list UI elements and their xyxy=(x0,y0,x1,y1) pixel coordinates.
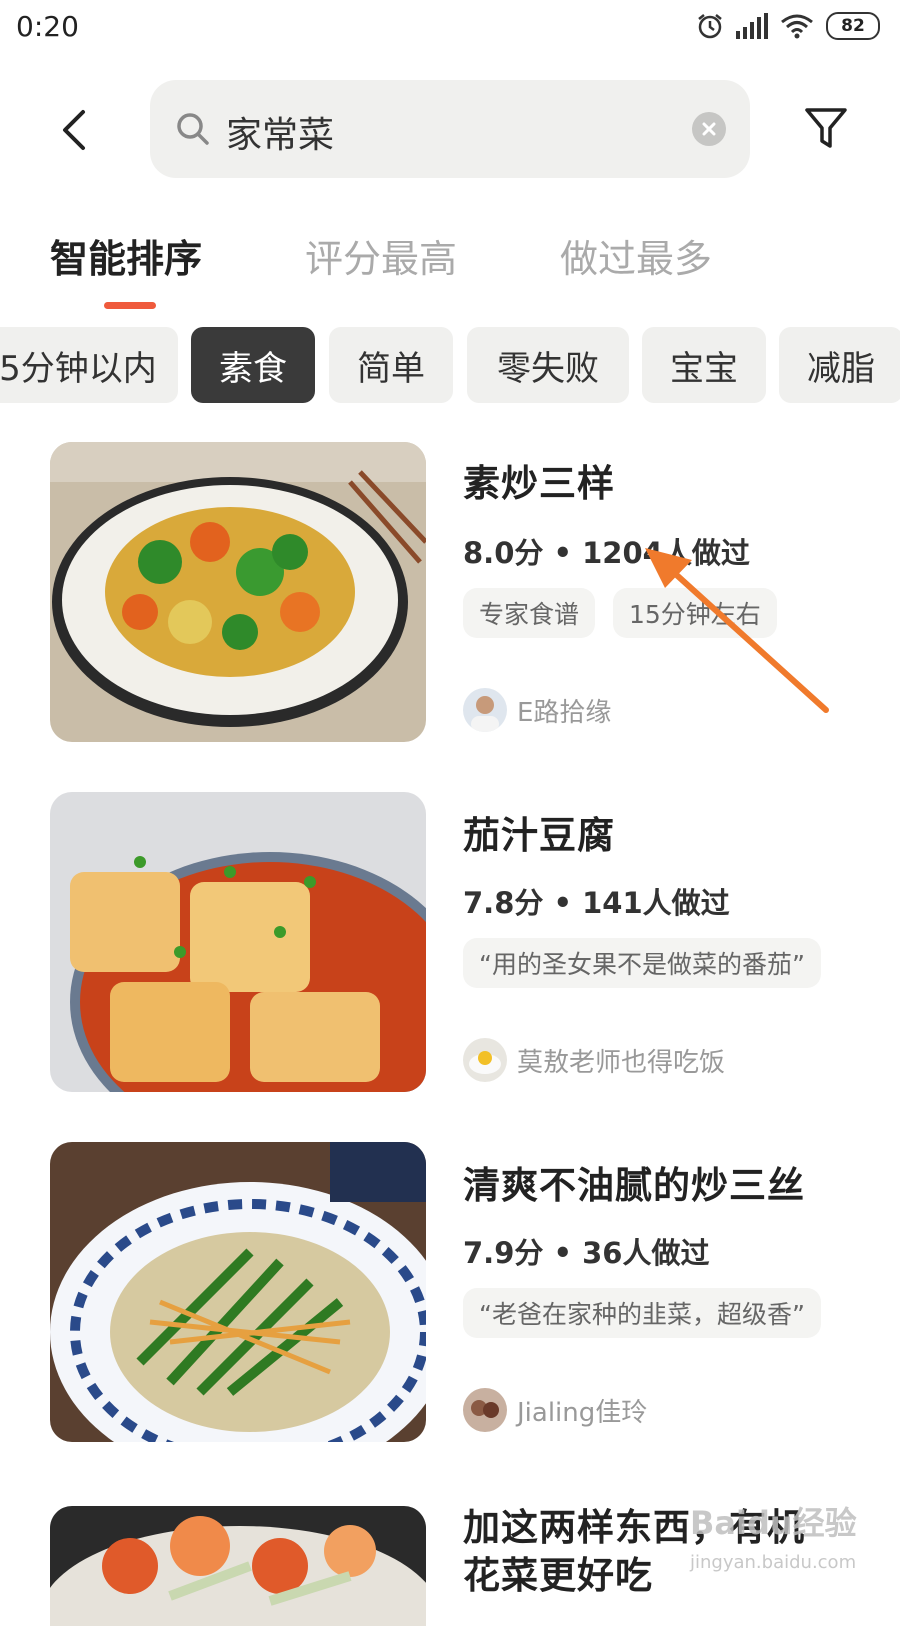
battery-indicator: 82 xyxy=(826,12,880,40)
active-tab-indicator xyxy=(104,302,156,309)
chip-fat-loss[interactable]: 减脂 xyxy=(779,327,900,403)
avatar xyxy=(463,1388,507,1432)
recipe-title[interactable]: 茄汁豆腐 xyxy=(463,812,615,860)
filter-button[interactable] xyxy=(796,98,856,160)
recipe-tag: “老爸在家种的韭菜，超级香” xyxy=(463,1288,821,1338)
back-button[interactable] xyxy=(48,100,100,160)
watermark-url: jingyan.baidu.com xyxy=(690,1552,857,1573)
author-name: E路拾缘 xyxy=(517,697,612,728)
recipe-author[interactable]: Jialing佳玲 xyxy=(463,1388,647,1432)
recipe-tag: 专家食谱 xyxy=(463,588,596,638)
chip-5min[interactable]: 5分钟以内 xyxy=(0,327,178,403)
avatar xyxy=(463,1038,507,1082)
wifi-icon xyxy=(781,14,813,39)
recipe-author[interactable]: E路拾缘 xyxy=(463,688,611,732)
search-icon xyxy=(177,113,209,145)
status-icons: 82 xyxy=(696,12,880,40)
recipe-image[interactable] xyxy=(50,1142,426,1442)
recipe-image[interactable] xyxy=(50,1506,426,1626)
tab-most-cooked[interactable]: 做过最多 xyxy=(560,228,712,283)
signal-icon xyxy=(736,13,768,39)
author-name: 莫敖老师也得吃饭 xyxy=(517,1047,726,1078)
recipe-tag: “用的圣女果不是做菜的番茄” xyxy=(463,938,821,988)
recipe-rating: 7.8分 • 141人做过 xyxy=(463,886,730,920)
search-box[interactable]: 家常菜 xyxy=(150,80,750,178)
recipe-image[interactable] xyxy=(50,442,426,742)
chip-baby[interactable]: 宝宝 xyxy=(642,327,766,403)
chevron-left-icon xyxy=(63,110,85,150)
recipe-rating: 7.9分 • 36人做过 xyxy=(463,1236,710,1270)
recipe-title[interactable]: 清爽不油腻的炒三丝 xyxy=(463,1162,805,1210)
chip-vegetarian[interactable]: 素食 xyxy=(191,327,315,403)
recipe-author[interactable]: 莫敖老师也得吃饭 xyxy=(463,1038,725,1082)
chip-no-fail[interactable]: 零失败 xyxy=(467,327,629,403)
alarm-icon xyxy=(698,14,722,39)
watermark: Baidu经验 xyxy=(690,1504,857,1542)
recipe-title-line-2[interactable]: 花菜更好吃 xyxy=(463,1552,653,1600)
author-name: Jialing佳玲 xyxy=(517,1397,648,1428)
search-input[interactable]: 家常菜 xyxy=(226,106,334,158)
tab-top-rated[interactable]: 评分最高 xyxy=(305,228,457,283)
recipe-image[interactable] xyxy=(50,792,426,1092)
avatar xyxy=(463,688,507,732)
annotation-arrow xyxy=(645,548,829,713)
recipe-title[interactable]: 素炒三样 xyxy=(463,460,615,508)
chip-simple[interactable]: 简单 xyxy=(329,327,453,403)
status-time: 0:20 xyxy=(16,10,79,43)
clear-search-button[interactable] xyxy=(692,112,726,146)
close-icon xyxy=(702,122,716,136)
filter-chip-row: 5分钟以内 素食 简单 零失败 宝宝 减脂 xyxy=(0,327,900,403)
filter-icon xyxy=(805,108,847,148)
tab-smart-sort[interactable]: 智能排序 xyxy=(50,228,202,283)
